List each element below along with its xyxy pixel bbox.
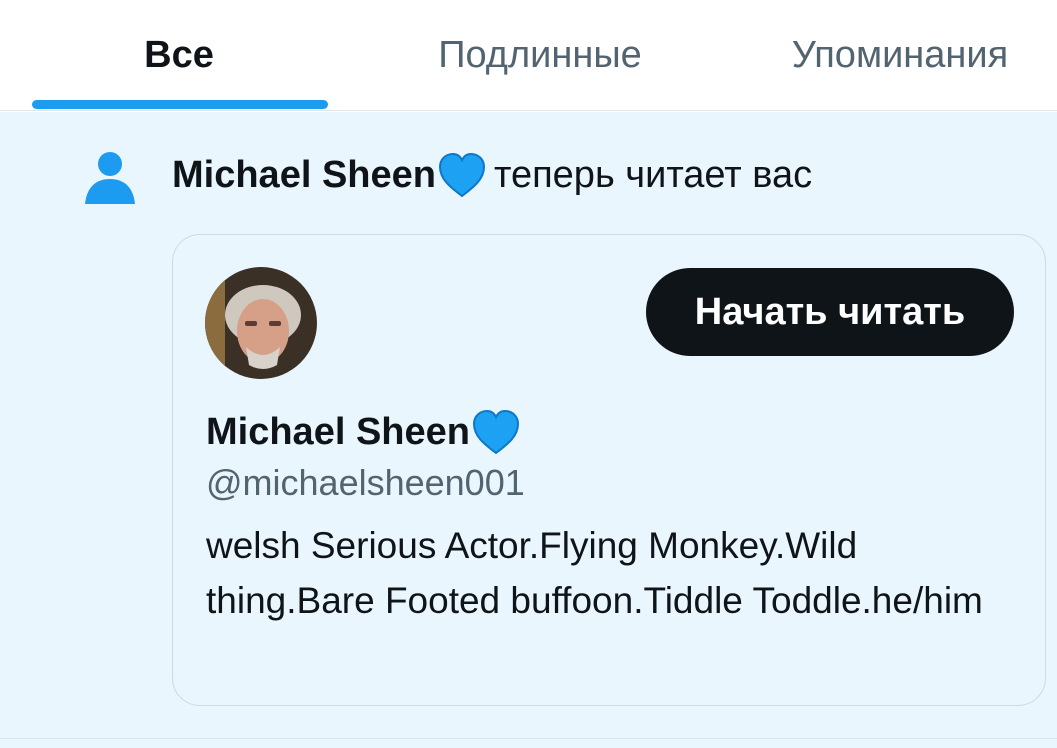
- notification-action: теперь читает вас: [493, 153, 813, 196]
- follow-button[interactable]: Начать читать: [646, 268, 1014, 356]
- tab-all[interactable]: Все: [30, 0, 328, 111]
- person-icon: [85, 152, 135, 204]
- profile-bio: welsh Serious Actor.Flying Monkey.Wild t…: [206, 525, 983, 621]
- tab-verified[interactable]: Подлинные: [390, 0, 690, 111]
- profile-handle[interactable]: @michaelsheen001: [206, 462, 525, 504]
- notification-headline: Michael Sheen теперь читает вас: [172, 150, 812, 200]
- blue-heart-icon: [472, 410, 519, 454]
- tab-mentions[interactable]: Упоминания: [760, 0, 1040, 111]
- actor-name[interactable]: Michael Sheen: [172, 154, 436, 197]
- blue-heart-icon: [438, 153, 485, 197]
- avatar[interactable]: [205, 267, 317, 379]
- active-tab-indicator: [32, 100, 328, 109]
- profile-name[interactable]: Michael Sheen: [206, 406, 520, 458]
- notification-tabs: Все Подлинные Упоминания: [0, 0, 1057, 111]
- notification-divider: [0, 738, 1057, 739]
- profile-name-text: Michael Sheen: [206, 410, 470, 453]
